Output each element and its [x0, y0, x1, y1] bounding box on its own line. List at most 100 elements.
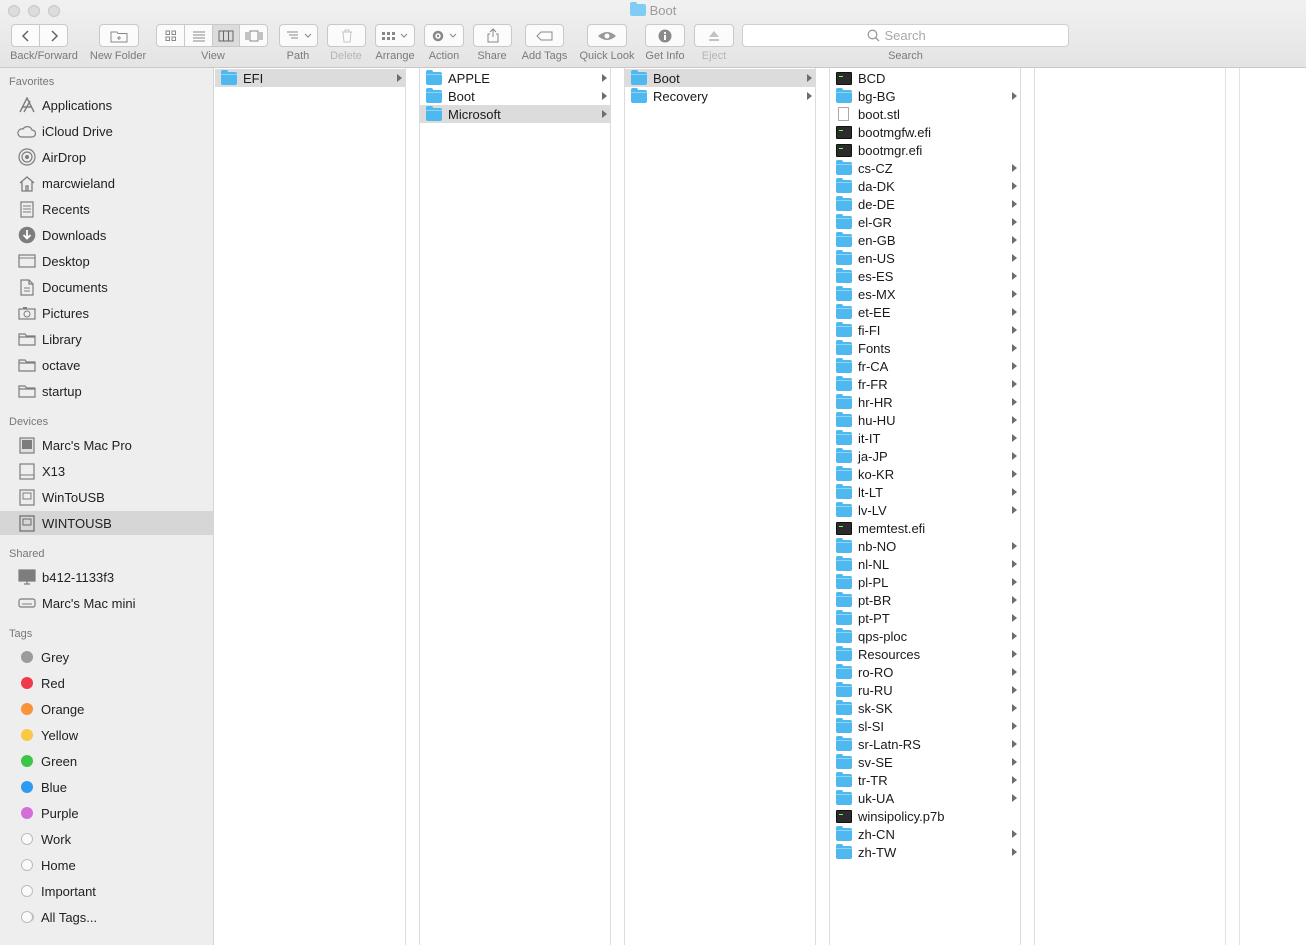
sidebar-item-marcs-mac-pro[interactable]: Marc's Mac Pro [0, 433, 214, 457]
folder-row[interactable]: es-ES [830, 267, 1021, 285]
item-label: bg-BG [858, 88, 896, 104]
folder-row[interactable]: el-GR [830, 213, 1021, 231]
sidebar-item-applications[interactable]: Applications [0, 93, 214, 117]
folder-row[interactable]: hu-HU [830, 411, 1021, 429]
tag-purple[interactable]: Purple [0, 801, 214, 825]
get-info-button[interactable] [645, 24, 685, 47]
folder-row[interactable]: es-MX [830, 285, 1021, 303]
sidebar-item-airdrop[interactable]: AirDrop [0, 145, 214, 169]
folder-row[interactable]: qps-ploc [830, 627, 1021, 645]
folder-row[interactable]: de-DE [830, 195, 1021, 213]
folder-row[interactable]: sk-SK [830, 699, 1021, 717]
sidebar-item-library[interactable]: Library [0, 327, 214, 351]
action-button[interactable] [424, 24, 464, 47]
sidebar-item-marcwieland[interactable]: marcwieland [0, 171, 214, 195]
folder-row[interactable]: EFI [215, 69, 406, 87]
folder-row[interactable]: pt-BR [830, 591, 1021, 609]
folder-row[interactable]: bg-BG [830, 87, 1021, 105]
list-view-button[interactable] [185, 25, 213, 46]
folder-row[interactable]: fr-CA [830, 357, 1021, 375]
forward-button[interactable] [40, 25, 67, 46]
folder-row[interactable]: hr-HR [830, 393, 1021, 411]
folder-row[interactable]: da-DK [830, 177, 1021, 195]
folder-row[interactable]: sv-SE [830, 753, 1021, 771]
folder-icon [836, 843, 852, 859]
folder-row[interactable]: lv-LV [830, 501, 1021, 519]
folder-row[interactable]: ru-RU [830, 681, 1021, 699]
share-button[interactable] [473, 24, 512, 47]
back-button[interactable] [12, 25, 40, 46]
column-view-button[interactable] [213, 25, 240, 46]
folder-row[interactable]: nb-NO [830, 537, 1021, 555]
folder-row[interactable]: et-EE [830, 303, 1021, 321]
tag-all-tags[interactable]: All Tags... [0, 905, 214, 929]
file-row[interactable]: memtest.efi [830, 519, 1021, 537]
folder-row[interactable]: zh-CN [830, 825, 1021, 843]
folder-row[interactable]: ja-JP [830, 447, 1021, 465]
folder-row[interactable]: pt-PT [830, 609, 1021, 627]
folder-row[interactable]: sl-SI [830, 717, 1021, 735]
sidebar-item-icloud-drive[interactable]: iCloud Drive [0, 119, 214, 143]
folder-row[interactable]: lt-LT [830, 483, 1021, 501]
sidebar-item-desktop[interactable]: Desktop [0, 249, 214, 273]
folder-row[interactable]: en-GB [830, 231, 1021, 249]
tag-work[interactable]: Work [0, 827, 214, 851]
tag-grey[interactable]: Grey [0, 645, 214, 669]
folder-row[interactable]: en-US [830, 249, 1021, 267]
folder-row[interactable]: tr-TR [830, 771, 1021, 789]
tag-red[interactable]: Red [0, 671, 214, 695]
sidebar-item-b412-1133f3[interactable]: b412-1133f3 [0, 565, 214, 589]
folder-row[interactable]: fr-FR [830, 375, 1021, 393]
sidebar-item-startup[interactable]: startup [0, 379, 214, 403]
folder-row[interactable]: nl-NL [830, 555, 1021, 573]
file-row[interactable]: winsipolicy.p7b [830, 807, 1021, 825]
search-field[interactable] [742, 24, 1069, 47]
file-row[interactable]: BCD [830, 69, 1021, 87]
arrange-button[interactable] [375, 24, 415, 47]
icon-view-button[interactable] [157, 25, 185, 46]
folder-row[interactable]: ro-RO [830, 663, 1021, 681]
file-row[interactable]: boot.stl [830, 105, 1021, 123]
add-tags-button[interactable] [525, 24, 564, 47]
folder-row[interactable]: pl-PL [830, 573, 1021, 591]
folder-row[interactable]: Microsoft [420, 105, 611, 123]
folder-row[interactable]: Fonts [830, 339, 1021, 357]
file-row[interactable]: bootmgr.efi [830, 141, 1021, 159]
gallery-view-button[interactable] [240, 25, 267, 46]
folder-row[interactable]: uk-UA [830, 789, 1021, 807]
eject-button[interactable] [694, 24, 734, 47]
folder-row[interactable]: cs-CZ [830, 159, 1021, 177]
file-row[interactable]: bootmgfw.efi [830, 123, 1021, 141]
path-button[interactable] [279, 24, 318, 47]
tag-important[interactable]: Important [0, 879, 214, 903]
folder-row[interactable]: zh-TW [830, 843, 1021, 861]
sidebar-item-octave[interactable]: octave [0, 353, 214, 377]
quick-look-button[interactable] [587, 24, 627, 47]
tag-yellow[interactable]: Yellow [0, 723, 214, 747]
tag-blue[interactable]: Blue [0, 775, 214, 799]
folder-row[interactable]: APPLE [420, 69, 611, 87]
sidebar-item-recents[interactable]: Recents [0, 197, 214, 221]
sidebar-item-x13[interactable]: X13 [0, 459, 214, 483]
folder-row[interactable]: ko-KR [830, 465, 1021, 483]
folder-row[interactable]: Boot [625, 69, 816, 87]
tag-home[interactable]: Home [0, 853, 214, 877]
sidebar-item-pictures[interactable]: Pictures [0, 301, 214, 325]
share-icon [487, 28, 498, 43]
folder-row[interactable]: fi-FI [830, 321, 1021, 339]
folder-row[interactable]: it-IT [830, 429, 1021, 447]
tag-orange[interactable]: Orange [0, 697, 214, 721]
sidebar-item-wintousb[interactable]: WinToUSB [0, 485, 214, 509]
folder-row[interactable]: Boot [420, 87, 611, 105]
new-folder-button[interactable] [99, 24, 139, 47]
folder-row[interactable]: Recovery [625, 87, 816, 105]
folder-row[interactable]: Resources [830, 645, 1021, 663]
delete-button[interactable] [327, 24, 366, 47]
sidebar-item-marcs-mac-mini[interactable]: Marc's Mac mini [0, 591, 214, 615]
sidebar-item-wintousb-volume[interactable]: WINTOUSB [0, 511, 214, 535]
folder-row[interactable]: sr-Latn-RS [830, 735, 1021, 753]
sidebar-item-downloads[interactable]: Downloads [0, 223, 214, 247]
tag-green[interactable]: Green [0, 749, 214, 773]
search-input[interactable] [884, 28, 945, 43]
sidebar-item-documents[interactable]: Documents [0, 275, 214, 299]
